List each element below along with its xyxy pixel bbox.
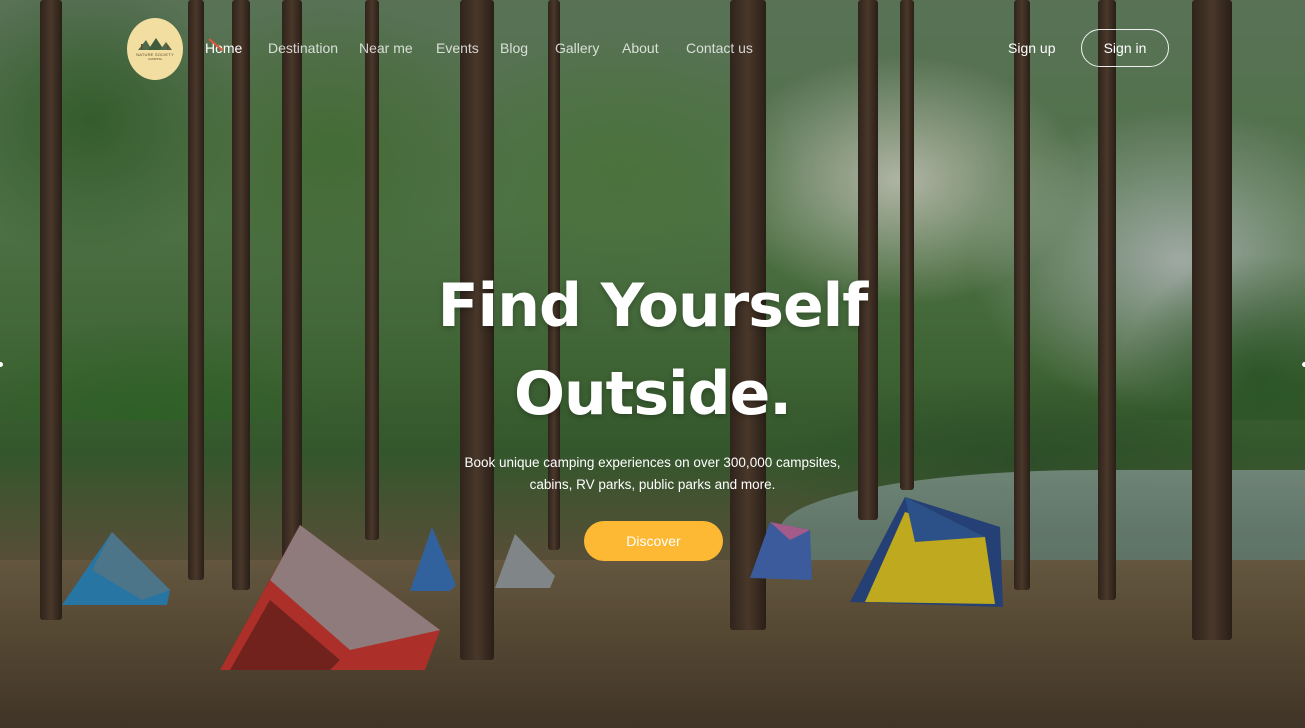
hero-subtitle: Book unique camping experiences on over …	[460, 452, 845, 496]
discover-button[interactable]: Discover	[584, 521, 723, 561]
nav-item-destination[interactable]: Destination	[268, 40, 338, 56]
hero-title-line-2: Outside.	[513, 359, 792, 429]
nav-item-gallery[interactable]: Gallery	[555, 40, 599, 56]
hero-title: Find Yourself Outside.	[390, 262, 915, 438]
mountain-trees-icon	[138, 38, 172, 50]
nav-item-contact-us[interactable]: Contact us	[686, 40, 753, 56]
sign-up-link[interactable]: Sign up	[1008, 40, 1055, 56]
nav-item-events[interactable]: Events	[436, 40, 479, 56]
nav-item-near-me[interactable]: Near me	[359, 40, 413, 56]
hero-title-line-1: Find Yourself	[437, 271, 869, 341]
nav-item-blog[interactable]: Blog	[500, 40, 528, 56]
nav-item-home[interactable]: Home	[205, 40, 242, 56]
sign-in-button[interactable]: Sign in	[1081, 29, 1169, 67]
logo-tagline: CAMPING	[147, 57, 162, 61]
hero-subtitle-line-2: cabins, RV parks, public parks and more.	[529, 477, 776, 492]
hero-subtitle-line-1: Book unique camping experiences on over …	[464, 455, 841, 470]
site-logo[interactable]: NATURE SOCIETY CAMPING	[127, 18, 183, 80]
site-header: NATURE SOCIETY CAMPING Home Destination …	[0, 0, 1305, 100]
nav-item-about[interactable]: About	[622, 40, 659, 56]
